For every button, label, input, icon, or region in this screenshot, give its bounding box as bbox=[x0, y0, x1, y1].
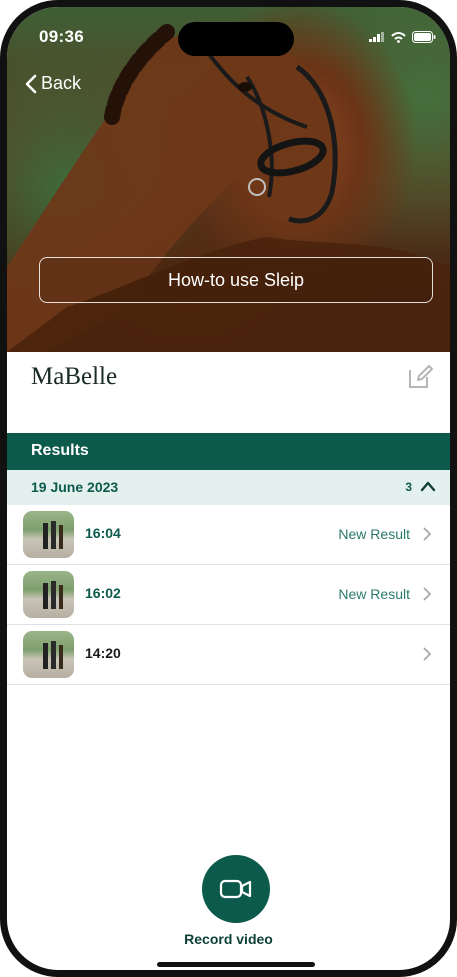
results-header: Results bbox=[7, 433, 450, 470]
howto-button[interactable]: How-to use Sleip bbox=[39, 257, 433, 303]
hero-horse-photo: 09:36 Back How-to use Sleip bbox=[7, 7, 450, 352]
chevron-left-icon bbox=[25, 74, 37, 93]
edit-icon[interactable] bbox=[406, 363, 434, 391]
result-row[interactable]: 14:20 bbox=[7, 625, 450, 685]
status-icons bbox=[369, 31, 436, 43]
result-row[interactable]: 16:02 New Result bbox=[7, 565, 450, 625]
result-status: New Result bbox=[338, 586, 410, 602]
chevron-right-icon bbox=[423, 587, 432, 601]
chevron-up-icon bbox=[420, 481, 436, 492]
record-video-button[interactable] bbox=[202, 855, 270, 923]
video-thumbnail bbox=[23, 511, 74, 558]
result-time: 16:02 bbox=[85, 585, 121, 601]
back-button[interactable]: Back bbox=[25, 73, 81, 94]
video-thumbnail bbox=[23, 631, 74, 678]
horse-name-title: MaBelle bbox=[31, 363, 118, 390]
phone-frame: 09:36 Back How-to use Sleip MaBelle Resu… bbox=[0, 0, 457, 977]
home-indicator bbox=[157, 962, 315, 967]
wifi-icon bbox=[391, 31, 406, 43]
group-date: 19 June 2023 bbox=[31, 479, 119, 495]
result-time: 16:04 bbox=[85, 525, 121, 541]
result-time: 14:20 bbox=[85, 645, 121, 661]
group-count: 3 bbox=[405, 480, 412, 494]
back-label: Back bbox=[41, 73, 82, 93]
chevron-right-icon bbox=[423, 647, 432, 661]
date-group-header[interactable]: 19 June 2023 3 bbox=[7, 470, 450, 505]
video-camera-icon bbox=[219, 879, 252, 899]
video-thumbnail bbox=[23, 571, 74, 618]
result-status: New Result bbox=[338, 526, 410, 542]
status-bar: 09:36 bbox=[7, 7, 450, 63]
chevron-right-icon bbox=[423, 527, 432, 541]
result-row[interactable]: 16:04 New Result bbox=[7, 505, 450, 565]
record-video-label: Record video bbox=[184, 931, 273, 947]
signal-icon bbox=[369, 32, 384, 42]
status-time: 09:36 bbox=[39, 27, 84, 46]
battery-icon bbox=[412, 31, 436, 43]
dynamic-island bbox=[178, 22, 294, 56]
